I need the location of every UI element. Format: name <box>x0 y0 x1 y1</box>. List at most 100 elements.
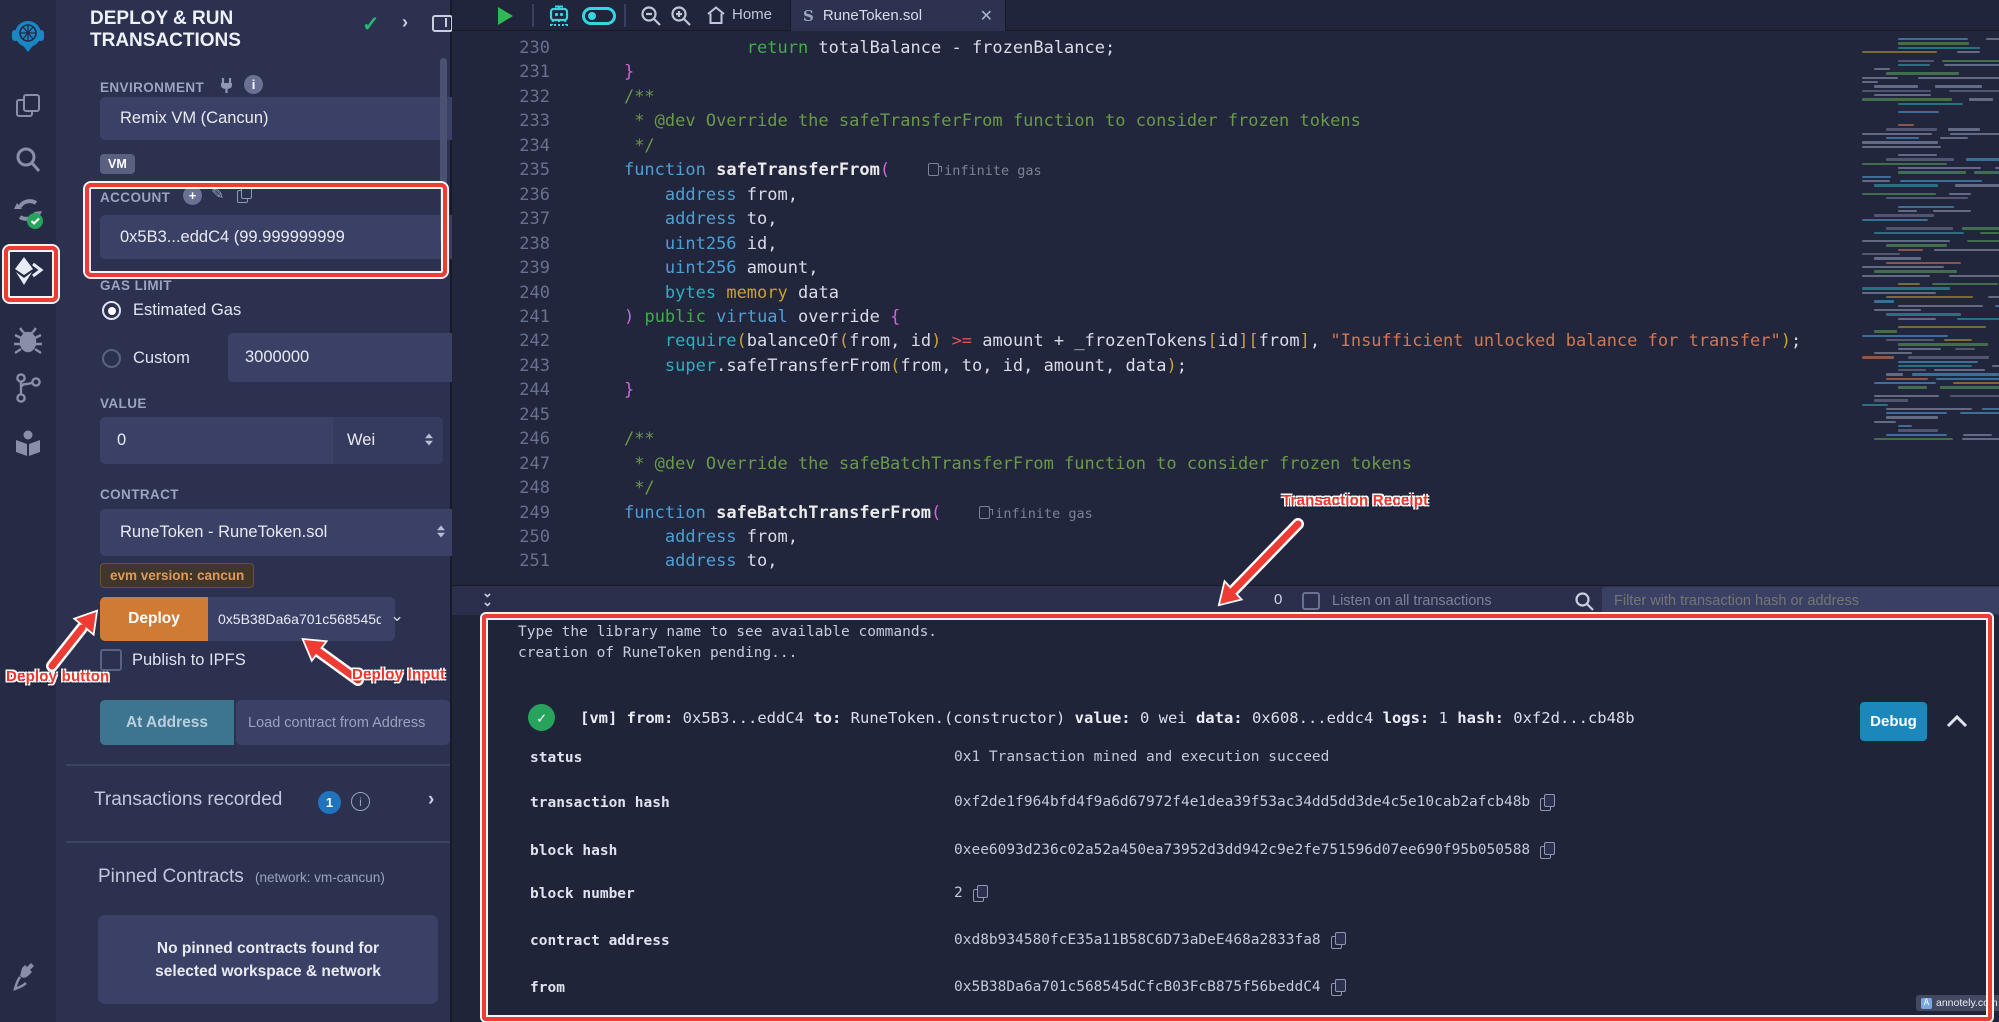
code-line[interactable]: 248 */ <box>452 476 655 500</box>
info-icon[interactable]: i <box>351 792 370 811</box>
collapse-receipt-icon[interactable] <box>1946 714 1968 728</box>
code-line[interactable]: 249 function safeBatchTransferFrom(infin… <box>452 501 1093 525</box>
deploy-input[interactable]: 0x5B38Da6a701c568545dCfcB03FcB875f56bedd… <box>208 597 395 641</box>
code-line[interactable]: 232 /** <box>452 85 655 109</box>
filter-transactions-input[interactable] <box>1602 587 1999 614</box>
environment-label: ENVIRONMENT <box>100 80 204 95</box>
code-editor[interactable]: 230 return totalBalance - frozenBalance;… <box>452 31 1999 585</box>
receipt-row-label: block number <box>530 886 635 902</box>
home-icon[interactable] <box>706 6 726 25</box>
code-line[interactable]: 239 uint256 amount, <box>452 256 818 280</box>
at-address-input[interactable]: Load contract from Address <box>236 700 450 745</box>
plug-icon[interactable] <box>218 76 235 94</box>
code-line[interactable]: 250 address from, <box>452 525 798 549</box>
learneth-icon[interactable] <box>0 428 56 458</box>
tab-home[interactable]: Home <box>732 6 772 23</box>
receipt-row-label: block hash <box>530 843 617 859</box>
code-line[interactable]: 231 } <box>452 60 634 84</box>
value-unit-select[interactable]: Wei <box>333 417 443 464</box>
transactions-recorded-label: Transactions recorded <box>94 789 282 811</box>
estimated-gas-radio[interactable] <box>102 301 121 320</box>
minimap[interactable] <box>1858 34 1998 579</box>
listen-all-transactions-checkbox[interactable] <box>1302 592 1320 610</box>
annotely-watermark: A annotely.com <box>1916 995 1999 1011</box>
gas-limit-label: GAS LIMIT <box>100 278 172 293</box>
copy-account-icon[interactable] <box>237 186 251 202</box>
code-line[interactable]: 247 * @dev Override the safeBatchTransfe… <box>452 452 1412 476</box>
receipt-row-value: 0x5B38Da6a701c568545dCfcB03FcB875f56bedd… <box>954 979 1345 995</box>
code-line[interactable]: 240 bytes memory data <box>452 281 839 305</box>
zoom-out-icon[interactable] <box>640 5 662 27</box>
annotation-deploy-button-label: Deploy button <box>6 668 109 685</box>
pinned-network-label: (network: vm-cancun) <box>255 870 385 885</box>
code-line[interactable]: 236 address from, <box>452 183 798 207</box>
code-line[interactable]: 234 */ <box>452 134 655 158</box>
code-line[interactable]: 230 return totalBalance - frozenBalance; <box>452 36 1115 60</box>
code-line[interactable]: 241 ) public virtual override { <box>452 305 900 329</box>
copilot-toggle[interactable] <box>582 7 616 25</box>
vm-badge: VM <box>100 154 135 174</box>
receipt-row-value: 0x1 Transaction mined and execution succ… <box>954 749 1329 765</box>
at-address-button[interactable]: At Address <box>100 700 234 745</box>
deploy-button[interactable]: Deploy <box>100 597 208 641</box>
account-label: ACCOUNT <box>100 190 170 205</box>
copy-icon[interactable] <box>1540 794 1554 810</box>
code-line[interactable]: 244 } <box>452 378 634 402</box>
search-icon[interactable] <box>1574 591 1594 611</box>
copy-icon[interactable] <box>1331 979 1345 995</box>
code-line[interactable]: 238 uint256 id, <box>452 232 778 256</box>
solidity-compiler-icon[interactable] <box>0 196 56 230</box>
plugin-manager-icon[interactable] <box>0 962 56 992</box>
solidity-file-icon: S <box>803 7 814 25</box>
evm-version-badge: evm version: cancun <box>100 563 254 588</box>
remix-logo-icon[interactable] <box>0 16 56 56</box>
chevron-down-icon[interactable]: ⌄ <box>390 606 404 626</box>
pin-panel-icon[interactable] <box>432 15 453 32</box>
zoom-in-icon[interactable] <box>670 5 692 27</box>
custom-gas-radio[interactable] <box>102 349 121 368</box>
add-account-icon[interactable]: + <box>183 186 202 205</box>
terminal[interactable]: Type the library name to see available c… <box>452 615 1999 1022</box>
chevron-right-icon[interactable]: › <box>428 789 434 811</box>
git-icon[interactable] <box>0 372 56 404</box>
code-line[interactable]: 242 require(balanceOf(from, id) >= amoun… <box>452 329 1801 353</box>
copy-icon[interactable] <box>1331 932 1345 948</box>
transaction-summary[interactable]: [vm] from: 0x5B3...eddC4 to: RuneToken.(… <box>580 709 1635 727</box>
copy-icon[interactable] <box>1540 842 1554 858</box>
ai-assistant-icon[interactable] <box>546 4 572 28</box>
debug-button[interactable]: Debug <box>1860 702 1927 741</box>
chevron-updown-icon <box>425 434 433 446</box>
copy-icon[interactable] <box>973 885 987 901</box>
editor-toolbar: Home S RuneToken.sol ✕ <box>452 0 1999 31</box>
chevron-right-icon[interactable]: › <box>402 12 408 33</box>
code-line[interactable]: 245 <box>452 403 583 427</box>
tab-runetoken-sol[interactable]: S RuneToken.sol ✕ <box>790 0 1006 31</box>
account-select[interactable]: 0x5B3...eddC4 (99.999999999 <box>100 215 460 259</box>
deploy-run-icon[interactable] <box>0 254 56 288</box>
code-line[interactable]: 235 function safeTransferFrom(infinite g… <box>452 158 1042 182</box>
debugger-icon[interactable] <box>0 324 56 356</box>
file-explorer-icon[interactable] <box>0 92 56 120</box>
terminal-log-line: creation of RuneToken pending... <box>518 645 797 661</box>
search-icon[interactable] <box>0 146 56 174</box>
info-icon[interactable]: i <box>244 75 263 94</box>
close-tab-icon[interactable]: ✕ <box>980 6 993 26</box>
divider <box>66 764 450 766</box>
code-line[interactable]: 243 super.safeTransferFrom(from, to, id,… <box>452 354 1187 378</box>
gas-pump-icon <box>979 506 990 519</box>
code-line[interactable]: 233 * @dev Override the safeTransferFrom… <box>452 109 1361 133</box>
collapse-terminal-icon[interactable]: ⌄⌄ <box>482 588 493 606</box>
receipt-row-value: 0xd8b934580fcE35a11B58C6D73aDeE468a2833f… <box>954 932 1345 948</box>
code-line[interactable]: 237 address to, <box>452 207 778 231</box>
contract-select[interactable]: RuneToken - RuneToken.sol <box>100 509 458 556</box>
code-line[interactable]: 246 /** <box>452 427 655 451</box>
receipt-row-label: status <box>530 750 582 766</box>
edit-account-icon[interactable]: ✎ <box>211 184 224 204</box>
gas-pump-icon <box>928 163 939 176</box>
run-script-icon[interactable] <box>498 7 513 25</box>
environment-select[interactable]: Remix VM (Cancun) <box>100 97 494 140</box>
panel-scrollbar[interactable] <box>440 58 447 243</box>
no-pinned-contracts-message: No pinned contracts found for selected w… <box>98 915 438 1004</box>
value-input[interactable]: 0 <box>100 417 350 464</box>
code-line[interactable]: 251 address to, <box>452 549 778 573</box>
